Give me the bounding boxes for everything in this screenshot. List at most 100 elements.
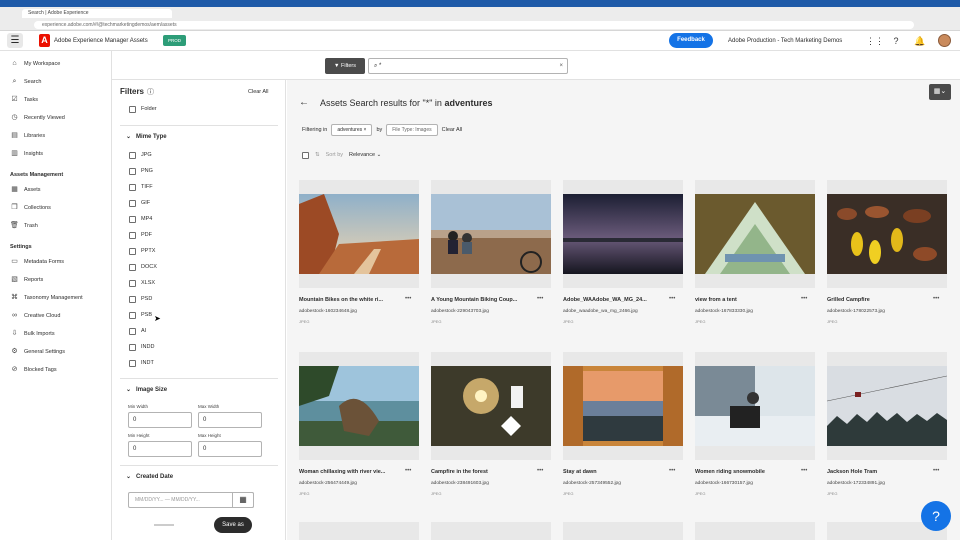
checkbox[interactable] — [129, 167, 136, 175]
asset-thumbnail[interactable] — [563, 352, 683, 460]
asset-title[interactable]: Campfire in the forest — [431, 468, 531, 476]
nav-item-blocked-tags[interactable]: ⊘ Blocked Tags — [10, 363, 57, 377]
asset-thumbnail[interactable] — [563, 180, 683, 288]
checkbox[interactable] — [129, 199, 136, 207]
asset-thumbnail[interactable] — [695, 352, 815, 460]
asset-title[interactable]: Grilled Campfire — [827, 296, 927, 304]
apps-grid-icon[interactable]: ⋮⋮ — [866, 35, 884, 47]
asset-card[interactable]: view from a tent ••• adobestock-16783333… — [695, 180, 815, 332]
asset-card[interactable]: A Young Mountain Biking Coup... ••• adob… — [431, 180, 551, 332]
filters-toggle-button[interactable]: ▼ Filters — [325, 58, 365, 74]
checkbox[interactable] — [129, 343, 136, 351]
checkbox[interactable] — [129, 247, 136, 255]
filters-clear-all-link[interactable]: Clear All — [248, 87, 268, 97]
bell-icon[interactable]: 🔔 — [914, 35, 926, 47]
help-icon[interactable]: ? — [890, 35, 902, 47]
asset-title[interactable]: Stay at dawn — [563, 468, 663, 476]
checkbox[interactable] — [129, 359, 136, 367]
asset-card[interactable]: Campfire in the forest ••• adobestock-23… — [431, 352, 551, 504]
mime-xlsx[interactable]: XLSX — [129, 278, 155, 288]
nav-item-collections[interactable]: ❒ Collections — [10, 201, 51, 215]
mime-indd[interactable]: INDD — [129, 342, 154, 352]
asset-thumbnail[interactable] — [431, 522, 551, 540]
checkbox[interactable] — [129, 295, 136, 303]
more-actions-icon[interactable]: ••• — [933, 295, 939, 303]
checkbox[interactable] — [129, 231, 136, 239]
nav-item-recently-viewed[interactable]: ◷ Recently Viewed — [10, 111, 64, 125]
checkbox[interactable] — [129, 311, 136, 319]
checkbox[interactable] — [129, 105, 136, 113]
sort-order-icon[interactable]: ⇅ — [315, 150, 320, 160]
nav-item-taxonomy[interactable]: ⌘ Taxonomy Management — [10, 291, 83, 305]
sort-dropdown[interactable]: Relevance ⌄ — [349, 150, 381, 160]
asset-title[interactable]: A Young Mountain Biking Coup... — [431, 296, 531, 304]
mime-tiff[interactable]: TIFF — [129, 182, 153, 192]
checkbox[interactable] — [129, 215, 136, 223]
nav-item-bulk-imports[interactable]: ⇩ Bulk Imports — [10, 327, 55, 341]
min-height-input[interactable]: 0 — [128, 441, 192, 457]
max-width-input[interactable]: 0 — [198, 412, 262, 428]
asset-thumbnail[interactable] — [695, 180, 815, 288]
nav-item-reports[interactable]: ▧ Reports — [10, 273, 43, 287]
max-height-input[interactable]: 0 — [198, 441, 262, 457]
min-width-input[interactable]: 0 — [128, 412, 192, 428]
more-actions-icon[interactable]: ••• — [801, 295, 807, 303]
checkbox[interactable] — [129, 279, 136, 287]
asset-title[interactable]: view from a tent — [695, 296, 795, 304]
more-actions-icon[interactable]: ••• — [405, 295, 411, 303]
asset-thumbnail[interactable] — [827, 180, 947, 288]
asset-thumbnail[interactable] — [827, 352, 947, 460]
mime-psd[interactable]: PSD — [129, 294, 152, 304]
asset-title[interactable]: Mountain Bikes on the white ri... — [299, 296, 399, 304]
more-actions-icon[interactable]: ••• — [933, 467, 939, 475]
filter-folder-checkbox[interactable]: Folder — [129, 104, 157, 114]
asset-card[interactable]: Mountain Bikes on the white ri... ••• ad… — [299, 180, 419, 332]
select-all-checkbox[interactable] — [302, 151, 309, 159]
asset-thumbnail[interactable] — [299, 522, 419, 540]
asset-thumbnail[interactable] — [299, 352, 419, 460]
mime-type-section-header[interactable]: ⌄ Mime Type — [126, 132, 167, 142]
mime-indt[interactable]: INDT — [129, 358, 154, 368]
more-actions-icon[interactable]: ••• — [669, 467, 675, 475]
asset-card[interactable]: Women riding snowmobile ••• adobestock-1… — [695, 352, 815, 504]
avatar[interactable] — [938, 34, 951, 47]
mime-mp4[interactable]: MP4 — [129, 214, 152, 224]
help-chat-icon[interactable]: ? — [921, 501, 951, 531]
mime-ai[interactable]: AI — [129, 326, 146, 336]
info-icon[interactable]: ⓘ — [147, 89, 154, 96]
mime-docx[interactable]: DOCX — [129, 262, 157, 272]
folder-chip[interactable]: adventures × — [331, 124, 373, 136]
mime-jpg[interactable]: JPG — [129, 150, 152, 160]
asset-card[interactable]: Jackson Hole Tram ••• adobestock-1723348… — [827, 352, 947, 504]
asset-thumbnail[interactable] — [431, 352, 551, 460]
feedback-button[interactable]: Feedback — [669, 33, 713, 48]
asset-card[interactable]: Stay at dawn ••• adobestock-257349552.jp… — [563, 352, 683, 504]
more-actions-icon[interactable]: ••• — [537, 295, 543, 303]
mime-pdf[interactable]: PDF — [129, 230, 152, 240]
asset-card[interactable]: Grilled Campfire ••• adobestock-17802257… — [827, 180, 947, 332]
nav-item-creative-cloud[interactable]: ∞ Creative Cloud — [10, 309, 60, 323]
url-bar[interactable]: experience.adobe.com/#/@techmarketingdem… — [34, 21, 914, 29]
more-actions-icon[interactable]: ••• — [801, 467, 807, 475]
nav-item-tasks[interactable]: ☑ Tasks — [10, 93, 38, 107]
nav-item-search[interactable]: ⌕ Search — [10, 75, 42, 89]
nav-item-general-settings[interactable]: ⚙ General Settings — [10, 345, 65, 359]
asset-title[interactable]: Adobe_WAAdobe_WA_MG_24... — [563, 296, 663, 304]
view-switcher-button[interactable]: ▦⌄ — [929, 84, 951, 100]
asset-thumbnail[interactable] — [431, 180, 551, 288]
asset-thumbnail[interactable] — [695, 522, 815, 540]
file-type-chip[interactable]: File Type: Images — [386, 124, 438, 136]
asset-title[interactable]: Women riding snowmobile — [695, 468, 795, 476]
more-actions-icon[interactable]: ••• — [405, 467, 411, 475]
search-input[interactable]: ⌕ * × — [368, 58, 568, 74]
nav-item-libraries[interactable]: ▤ Libraries — [10, 129, 45, 143]
more-actions-icon[interactable]: ••• — [669, 295, 675, 303]
checkbox[interactable] — [129, 263, 136, 271]
mime-gif[interactable]: GIF — [129, 198, 150, 208]
nav-item-metadata-forms[interactable]: ▭ Metadata Forms — [10, 255, 64, 269]
checkbox[interactable] — [129, 151, 136, 159]
asset-thumbnail[interactable] — [563, 522, 683, 540]
clear-search-icon[interactable]: × — [559, 59, 563, 73]
asset-thumbnail[interactable] — [299, 180, 419, 288]
nav-item-my-workspace[interactable]: ⌂ My Workspace — [10, 57, 60, 71]
